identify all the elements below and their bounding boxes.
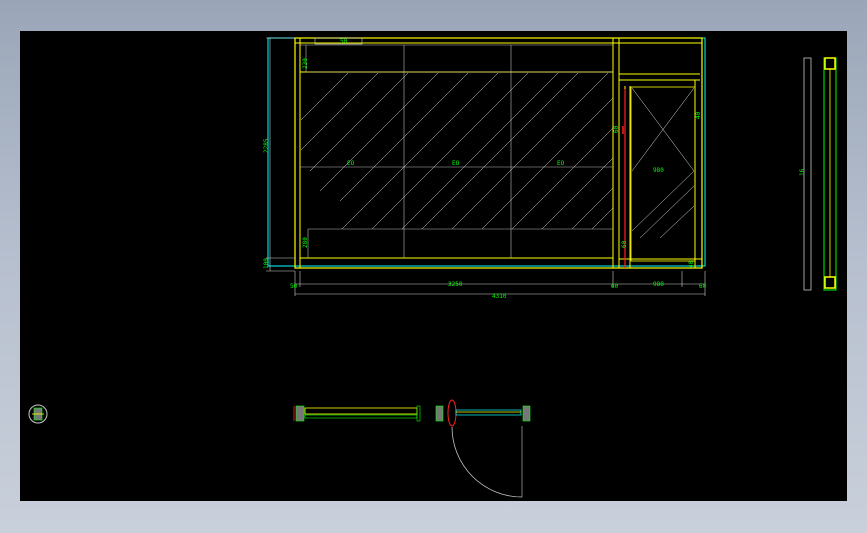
panel-label-2: EO	[452, 160, 460, 167]
glass-hatch	[301, 73, 613, 229]
cad-drawing: 2285 230 280 100 50 50 3250 60 980 60 43…	[28, 37, 837, 498]
dim-glass-width: 3250	[448, 281, 463, 288]
door-side-top: 60	[613, 125, 620, 133]
dim-left-post: 50	[290, 283, 298, 290]
plan-view[interactable]	[293, 399, 531, 498]
side-section-bottom-block	[824, 276, 836, 289]
panel-label-1: EO	[347, 160, 355, 167]
side-section[interactable]: 16	[799, 57, 837, 291]
front-elevation[interactable]	[267, 37, 706, 269]
dim-right-post: 60	[699, 283, 707, 290]
plan-glass-left	[304, 407, 418, 415]
plan-wall-right	[522, 405, 531, 422]
panel-label-3: EO	[557, 160, 565, 167]
detail-symbol[interactable]	[28, 404, 48, 424]
plan-door-swing	[451, 426, 523, 498]
dim-base: 100	[263, 258, 270, 269]
plan-door-leaf	[455, 409, 522, 416]
plan-door-pivot[interactable]	[447, 399, 457, 427]
plan-post	[435, 405, 444, 422]
door-right-top: 40	[695, 111, 702, 119]
side-section-top-block	[824, 57, 836, 70]
panel-grid	[300, 44, 613, 258]
plan-mullion	[416, 405, 421, 422]
plan-glass-left-line	[304, 414, 418, 419]
side-section-label: 16	[799, 168, 806, 176]
dim-top: 50	[340, 38, 348, 45]
plan-wall-left	[295, 405, 305, 422]
cad-model-space[interactable]: 2285 230 280 100 50 50 3250 60 980 60 43…	[20, 31, 847, 501]
dim-height-total: 2285	[263, 138, 270, 153]
dim-total-width: 4310	[492, 293, 507, 300]
dim-top-panel: 230	[302, 58, 309, 69]
dim-mid-post: 60	[611, 283, 619, 290]
door-side-bottom: 60	[621, 240, 628, 248]
door-label: 980	[653, 167, 664, 174]
door-glass-hatch	[632, 88, 694, 238]
dim-bottom-panel: 280	[302, 237, 309, 248]
dim-door-width: 980	[653, 281, 664, 288]
door-right-bottom: 40	[688, 260, 695, 268]
